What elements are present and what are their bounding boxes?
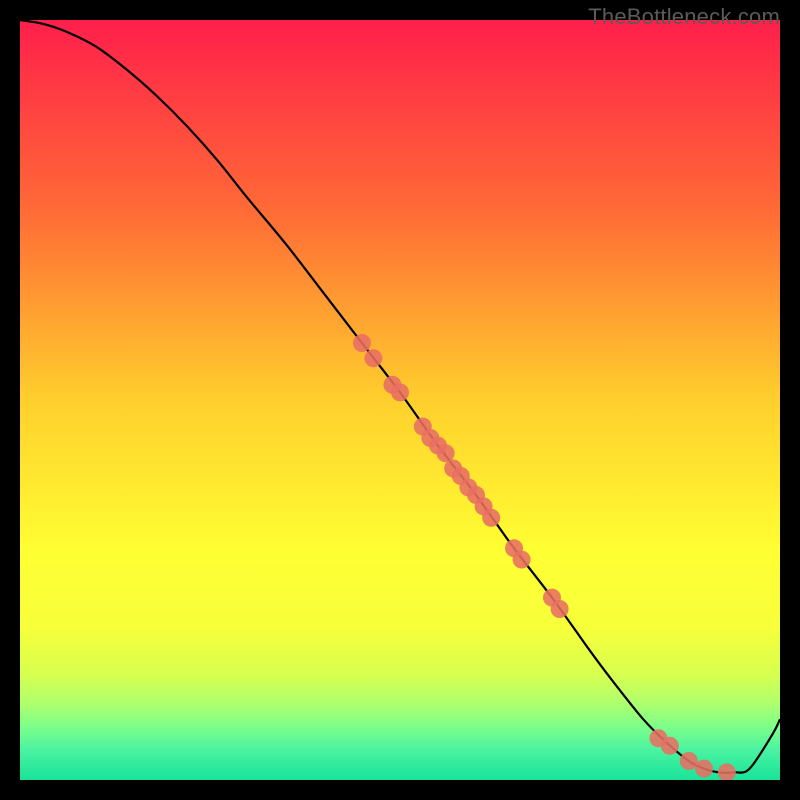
- chart-frame: TheBottleneck.com: [0, 0, 800, 800]
- scatter-point: [661, 737, 679, 755]
- scatter-point: [551, 600, 569, 618]
- chart-canvas: [20, 20, 780, 780]
- scatter-point: [364, 349, 382, 367]
- scatter-point: [513, 551, 531, 569]
- scatter-point: [482, 509, 500, 527]
- scatter-point: [695, 760, 713, 778]
- scatter-point: [353, 334, 371, 352]
- scatter-point: [391, 383, 409, 401]
- chart-plot-area: [20, 20, 780, 780]
- watermark-label: TheBottleneck.com: [588, 4, 780, 30]
